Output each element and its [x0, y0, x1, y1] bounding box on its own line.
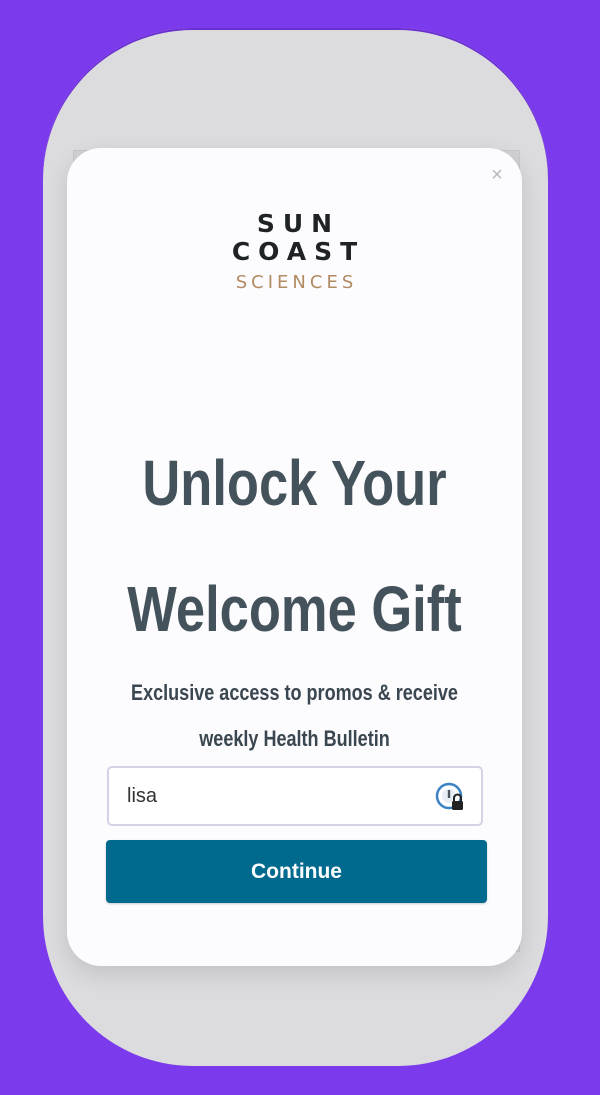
brand-logo: SUN COAST SCIENCES	[67, 209, 522, 294]
continue-button[interactable]: Continue	[106, 840, 487, 903]
headline: Unlock Your Welcome Gift	[108, 420, 481, 672]
close-button[interactable]: ×	[486, 164, 508, 186]
headline-line-2: Welcome Gift	[127, 573, 462, 645]
logo-line-2: COAST	[231, 237, 366, 266]
signup-modal: × SUN COAST SCIENCES Unlock Your Welcome…	[67, 148, 522, 966]
password-manager-icon[interactable]	[435, 782, 465, 812]
email-field[interactable]	[127, 768, 427, 824]
subheading-line-2: weekly Health Bulletin	[199, 726, 390, 751]
email-field-container	[107, 766, 483, 826]
headline-line-1: Unlock Your	[142, 447, 447, 519]
logo-line-3: SCIENCES	[235, 272, 358, 293]
close-icon[interactable]: ×	[491, 164, 503, 186]
subheading-line-1: Exclusive access to promos & receive	[131, 680, 458, 705]
subheading: Exclusive access to promos & receive wee…	[108, 670, 481, 762]
logo-line-1: SUN	[256, 209, 341, 238]
phone-frame: × SUN COAST SCIENCES Unlock Your Welcome…	[43, 28, 548, 1066]
